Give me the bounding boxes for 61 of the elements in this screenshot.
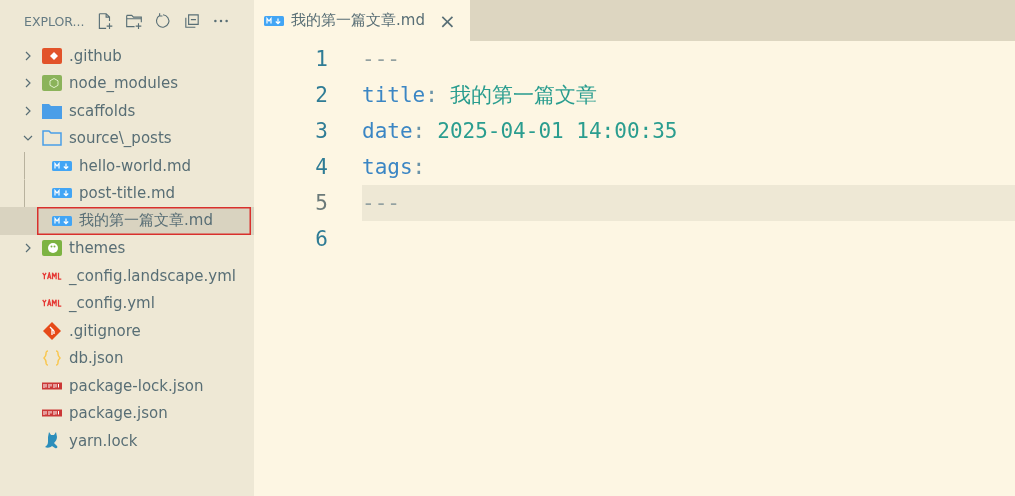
file-name: _config.landscape.yml <box>69 266 236 285</box>
code-token: : <box>412 119 426 143</box>
line-number: 4 <box>314 154 328 181</box>
editor-tab[interactable]: 我的第一篇文章.md × <box>254 0 470 41</box>
tree-item[interactable]: hello-world.md <box>0 152 254 180</box>
line-number: 1 <box>314 46 328 73</box>
code-token: : <box>425 83 438 107</box>
tree-item[interactable]: package-lock.json <box>0 372 254 400</box>
json-braces-icon <box>42 348 62 369</box>
file-name: package.json <box>69 404 168 423</box>
tree-item[interactable]: _config.landscape.yml <box>0 262 254 290</box>
tree-item[interactable]: package.json <box>0 399 254 427</box>
line-number: 6 <box>314 226 328 253</box>
file-name: package-lock.json <box>69 376 204 395</box>
code-token: --- <box>362 47 400 71</box>
code-token: tags <box>362 155 413 179</box>
file-name: yarn.lock <box>69 431 138 450</box>
git-icon <box>42 320 62 341</box>
refresh-icon[interactable] <box>154 12 172 30</box>
file-name: hello-world.md <box>79 156 192 175</box>
tree-item[interactable]: 我的第一篇文章.md <box>0 207 254 235</box>
yaml-icon <box>42 299 62 308</box>
tree-item[interactable]: _config.yml <box>0 289 254 317</box>
code-token: title <box>362 83 426 107</box>
tree-item[interactable]: scaffolds <box>0 97 254 125</box>
file-name: themes <box>69 239 126 258</box>
explorer-title: EXPLOR... <box>24 13 86 29</box>
code-token: 2025-04-01 14:00:35 <box>437 119 678 143</box>
folder-icon <box>42 238 62 259</box>
yaml-icon <box>42 271 62 280</box>
tree-item[interactable]: db.json <box>0 344 254 372</box>
code-token: : <box>412 155 426 179</box>
tree-item[interactable]: post-title.md <box>0 179 254 207</box>
tree-item[interactable]: source\_posts <box>0 124 254 152</box>
open-folder-icon <box>42 128 62 149</box>
close-button[interactable]: × <box>438 8 456 33</box>
collapse-all-icon[interactable] <box>183 12 201 30</box>
file-name: _config.yml <box>69 294 155 313</box>
tree-item[interactable]: .gitignore <box>0 317 254 345</box>
tree-item[interactable]: .github <box>0 42 254 70</box>
file-name: source\_posts <box>69 129 172 148</box>
new-folder-icon[interactable] <box>125 12 143 30</box>
tree-item[interactable]: node_modules <box>0 69 254 97</box>
file-name: db.json <box>69 349 124 368</box>
file-name: .github <box>69 46 122 65</box>
line-number: 3 <box>314 118 328 145</box>
file-name: scaffolds <box>69 101 136 120</box>
code-token: --- <box>362 191 400 215</box>
tree-item[interactable]: themes <box>0 234 254 262</box>
file-name: node_modules <box>69 74 178 93</box>
code-token: date <box>362 119 413 143</box>
folder-icon <box>42 73 62 94</box>
tree-item[interactable]: yarn.lock <box>0 427 254 455</box>
line-number: 5 <box>314 190 328 217</box>
file-name: 我的第一篇文章.md <box>79 211 213 231</box>
folder-icon <box>42 45 62 66</box>
code-token: 我的第一篇文章 <box>449 82 597 109</box>
line-number: 2 <box>314 82 328 109</box>
file-name: post-title.md <box>79 184 176 203</box>
new-file-icon[interactable] <box>96 12 114 30</box>
file-name: .gitignore <box>69 321 141 340</box>
